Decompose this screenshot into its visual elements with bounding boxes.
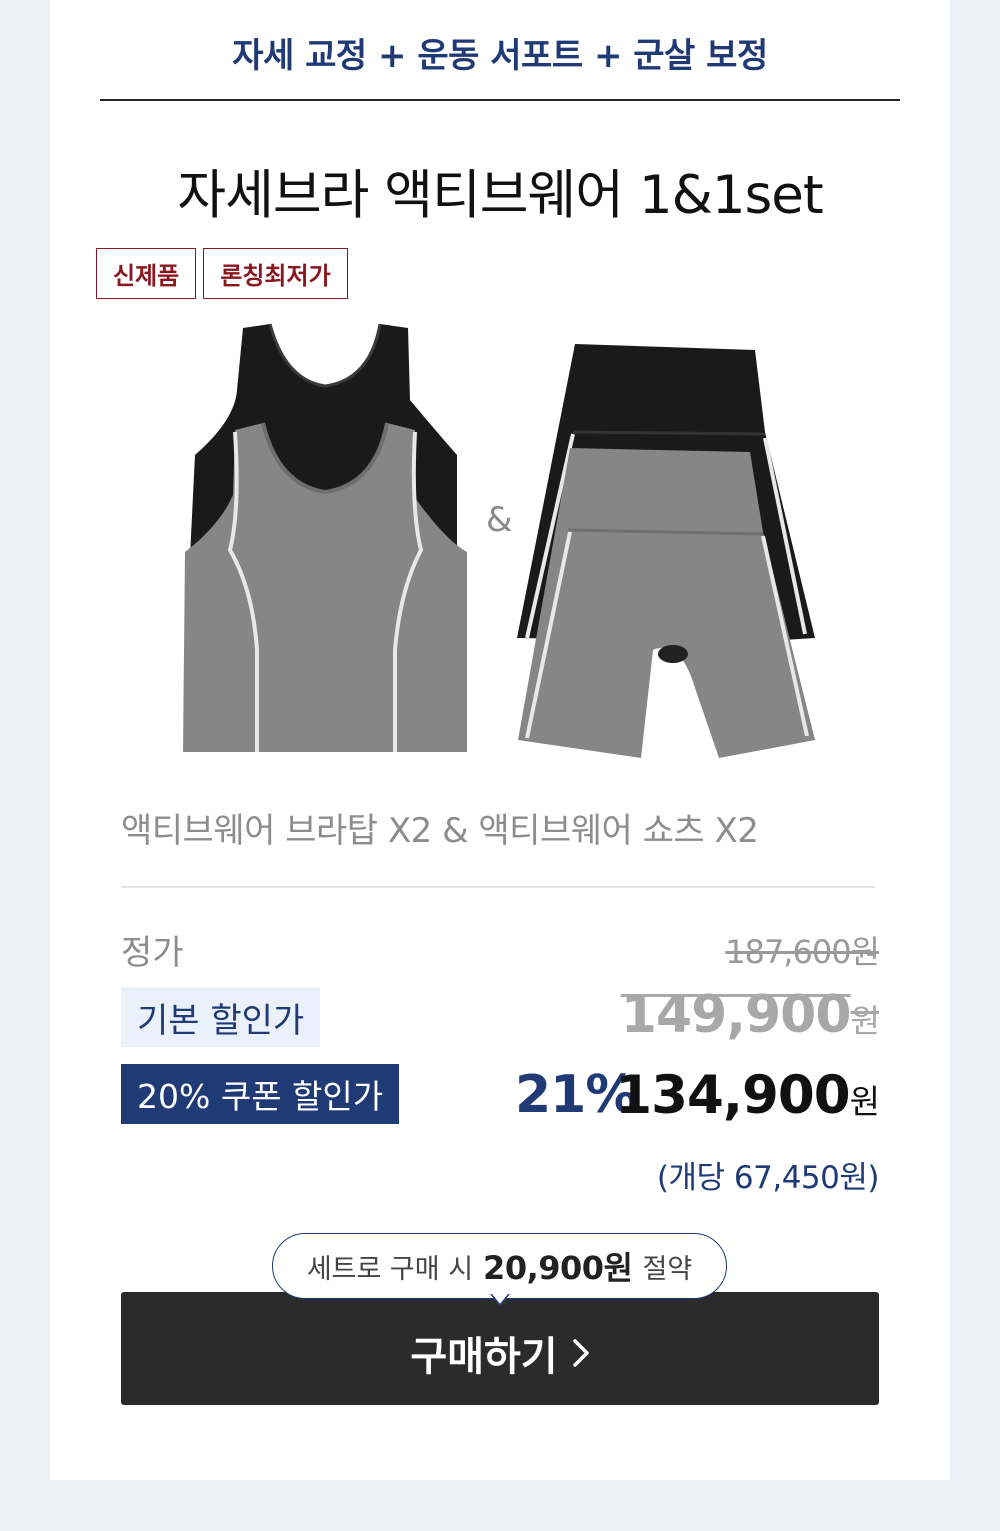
buy-button[interactable]: 구매하기 xyxy=(121,1292,879,1405)
product-image xyxy=(183,323,815,758)
new-product-badge: 신제품 xyxy=(96,248,197,299)
savings-amount: 20,900원 xyxy=(483,1249,633,1287)
tagline-divider xyxy=(100,99,900,101)
badge-group: 신제품 론칭최저가 xyxy=(96,248,348,299)
product-title: 자세브라 액티브웨어 1&1set xyxy=(177,165,823,226)
basic-price-unit: 원 xyxy=(850,1002,880,1040)
launch-lowest-price-badge: 론칭최저가 xyxy=(203,248,348,299)
savings-suffix: 절약 xyxy=(642,1253,693,1285)
bubble-tail xyxy=(490,1294,510,1307)
regular-price: 187,600원 xyxy=(725,933,880,971)
basic-discount-price: 149,900원 xyxy=(620,985,880,1045)
final-price-number: 134,900 xyxy=(615,1065,850,1126)
savings-prefix: 세트로 구매 시 xyxy=(306,1253,474,1285)
final-price-unit: 원 xyxy=(849,1082,880,1121)
basic-discount-label: 기본 할인가 xyxy=(121,987,321,1047)
product-composition: 액티브웨어 브라탑 X2 & 액티브웨어 쇼츠 X2 xyxy=(121,811,759,851)
regular-price-label: 정가 xyxy=(121,933,184,973)
final-price: 134,900원 xyxy=(615,1065,880,1126)
tagline: 자세 교정 + 운동 서포트 + 군살 보정 xyxy=(232,36,768,76)
buy-button-label: 구매하기 xyxy=(410,1333,558,1380)
chevron-right-icon xyxy=(572,1338,589,1367)
image-separator: & xyxy=(486,500,513,540)
per-unit-price: (개당 67,450원) xyxy=(656,1160,880,1196)
section-divider xyxy=(121,886,875,888)
coupon-price-label: 20% 쿠폰 할인가 xyxy=(121,1064,400,1124)
set-savings-bubble: 세트로 구매 시 20,900원 절약 xyxy=(272,1233,727,1299)
basic-price-number: 149,900 xyxy=(620,985,852,1045)
